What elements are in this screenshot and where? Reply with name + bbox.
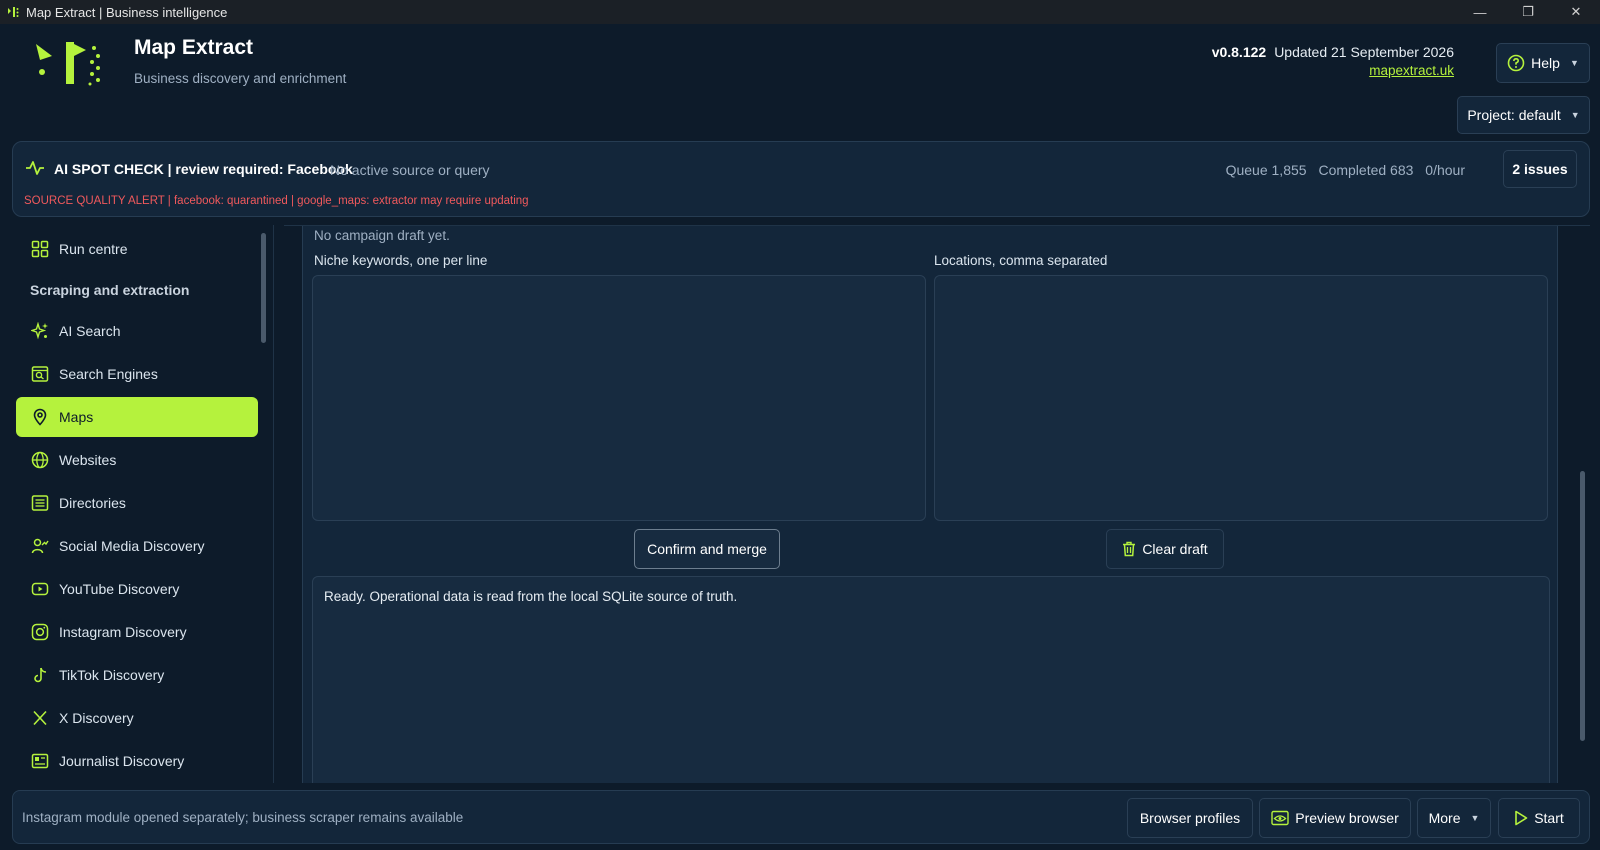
more-label: More (1428, 810, 1461, 826)
grid-icon (30, 239, 50, 259)
sidebar-item-run-centre[interactable]: Run centre (16, 229, 258, 269)
sidebar-item-label: AI Search (59, 323, 121, 339)
app-logo (32, 38, 108, 88)
sidebar-item-social-media-discovery[interactable]: Social Media Discovery (16, 526, 258, 566)
preview-browser-button[interactable]: Preview browser (1259, 798, 1411, 838)
app-logo-small-icon (6, 5, 20, 19)
sidebar-item-label: Run centre (59, 241, 128, 257)
locations-textarea[interactable] (934, 275, 1548, 521)
play-icon (1514, 810, 1528, 826)
log-text: Ready. Operational data is read from the… (324, 589, 738, 604)
clear-draft-button[interactable]: Clear draft (1106, 529, 1224, 569)
sidebar-item-tiktok-discovery[interactable]: TikTok Discovery (16, 655, 258, 695)
source-query-label: No active source or query (330, 162, 490, 178)
newspaper-icon (30, 751, 50, 771)
sidebar-item-ai-search[interactable]: AI Search (16, 311, 258, 351)
sidebar-scrollbar[interactable] (261, 233, 266, 343)
sidebar-item-label: Journalist Discovery (59, 753, 185, 769)
keywords-label: Niche keywords, one per line (314, 253, 488, 268)
pulse-icon (25, 160, 45, 176)
help-button[interactable]: Help ▼ (1496, 43, 1590, 83)
version-info: v0.8.122 Updated 21 September 2026 mapext… (1212, 44, 1454, 78)
project-label: Project: default (1467, 107, 1561, 123)
log-output[interactable] (312, 576, 1550, 783)
sidebar-item-directories[interactable]: Directories (16, 483, 258, 523)
footer-bar: Instagram module opened separately; busi… (12, 790, 1590, 844)
version-label: v0.8.122 (1211, 44, 1267, 60)
issues-button[interactable]: 2 issues (1503, 150, 1577, 188)
source-quality-alert: SOURCE QUALITY ALERT | facebook: quarant… (24, 195, 529, 207)
chevron-down-icon: ▼ (1470, 813, 1480, 823)
more-menu-button[interactable]: More ▼ (1417, 798, 1491, 838)
section-scraping-extraction: Scraping and extraction (30, 282, 190, 298)
sidebar-item-label: Maps (59, 409, 94, 425)
start-button[interactable]: Start (1498, 798, 1580, 838)
minimize-icon[interactable]: — (1456, 0, 1504, 24)
sidebar-item-journalist-discovery[interactable]: Journalist Discovery (16, 741, 258, 781)
confirm-merge-button[interactable]: Confirm and merge (634, 529, 780, 569)
main-scrollbar[interactable] (1580, 471, 1585, 741)
updated-label: Updated 21 September 2026 (1274, 44, 1454, 60)
keywords-textarea[interactable] (312, 275, 926, 521)
chevron-down-icon: ▼ (1569, 58, 1579, 68)
sidebar-item-websites[interactable]: Websites (16, 440, 258, 480)
sidebar-item-search-engines[interactable]: Search Engines (16, 354, 258, 394)
sidebar-item-label: Directories (59, 495, 126, 511)
trash-icon (1122, 541, 1136, 557)
sparkle-icon (30, 321, 50, 341)
user-trend-icon (30, 536, 50, 556)
sidebar-item-youtube-discovery[interactable]: YouTube Discovery (16, 569, 258, 609)
completed-count: Completed 683 (1318, 162, 1414, 178)
search-box-icon (30, 364, 50, 384)
restore-icon[interactable]: ❐ (1504, 0, 1552, 24)
help-icon (1507, 54, 1525, 72)
start-label: Start (1534, 810, 1564, 826)
close-icon[interactable]: ✕ (1552, 0, 1600, 24)
window-title: Map Extract | Business intelligence (26, 4, 228, 20)
sidebar-item-label: X Discovery (59, 710, 134, 726)
map-pin-icon (30, 407, 50, 427)
globe-icon (30, 450, 50, 470)
main-panel: No campaign draft yet. Niche keywords, o… (284, 225, 1590, 783)
sidebar-item-label: Social Media Discovery (59, 538, 205, 554)
sidebar-item-x-discovery[interactable]: X Discovery (16, 698, 258, 738)
clear-draft-label: Clear draft (1142, 541, 1208, 557)
project-select[interactable]: Project: default ▼ (1457, 96, 1590, 134)
queue-metrics: Queue 1,855 Completed 683 0/hour (1218, 162, 1465, 178)
spot-check-label: AI SPOT CHECK | review required: Faceboo… (54, 161, 353, 177)
browser-profiles-button[interactable]: Browser profiles (1127, 798, 1253, 838)
no-draft-message: No campaign draft yet. (314, 228, 450, 243)
app-name: Map Extract (134, 36, 254, 59)
x-icon (30, 708, 50, 728)
list-icon (30, 493, 50, 513)
window-titlebar: Map Extract | Business intelligence — ❐ … (0, 0, 1600, 24)
locations-label: Locations, comma separated (934, 253, 1108, 268)
sidebar-item-maps[interactable]: Maps (16, 397, 258, 437)
app-subtitle: Business discovery and enrichment (134, 71, 347, 86)
preview-browser-label: Preview browser (1295, 810, 1399, 826)
sidebar-item-label: Websites (59, 452, 117, 468)
youtube-icon (30, 579, 50, 599)
sidebar-item-label: Instagram Discovery (59, 624, 187, 640)
sidebar-item-label: YouTube Discovery (59, 581, 180, 597)
eye-icon (1271, 810, 1289, 826)
chevron-down-icon: ▼ (1570, 110, 1580, 120)
status-card: AI SPOT CHECK | review required: Faceboo… (12, 141, 1590, 217)
rate-value: 0/hour (1425, 162, 1465, 178)
sidebar: Run centre Scraping and extraction AI Se… (12, 225, 274, 783)
website-link[interactable]: mapextract.uk (1212, 63, 1454, 78)
queue-count: Queue 1,855 (1225, 162, 1307, 178)
sidebar-item-label: TikTok Discovery (59, 667, 165, 683)
help-label: Help (1531, 55, 1560, 71)
sidebar-item-label: Search Engines (59, 366, 158, 382)
sidebar-item-instagram-discovery[interactable]: Instagram Discovery (16, 612, 258, 652)
footer-status-message: Instagram module opened separately; busi… (22, 810, 464, 825)
instagram-icon (30, 622, 50, 642)
tiktok-icon (30, 665, 50, 685)
